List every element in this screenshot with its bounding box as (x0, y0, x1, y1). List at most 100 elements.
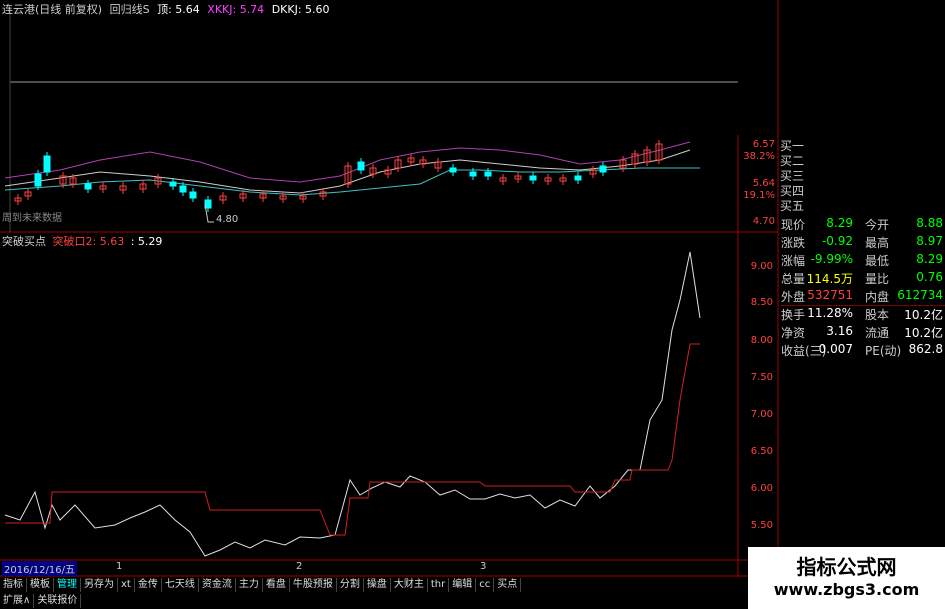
lower-tick-1: 8.50 (750, 297, 773, 308)
quote-value: 8.97 (916, 234, 943, 248)
bid-1: 买一 (780, 139, 805, 153)
toolbar-item-xt[interactable]: xt (118, 578, 135, 592)
toolbar-item-编辑[interactable]: 编辑 (449, 578, 477, 592)
candle-body (449, 167, 457, 173)
quote-label: 外盘 (781, 290, 806, 304)
quote-value: 862.8 (908, 342, 943, 356)
quote-value: 8.29 (826, 216, 853, 230)
chart-header: 连云港(日线 前复权) 回归线S 顶: 5.64 XKKJ: 5.74 DKKJ… (2, 1, 334, 17)
toolbar-item-模板[interactable]: 模板 (27, 578, 54, 592)
toolbar-item-金传[interactable]: 金传 (134, 578, 162, 592)
quote-row: 外盘 532751 内盘 612734 (781, 288, 945, 306)
bid-3: 买三 (780, 169, 805, 183)
indicator-title: 突破买点 (2, 235, 46, 248)
quote-value: 612734 (897, 288, 943, 302)
toolbar-item-管理[interactable]: 管理 (54, 578, 81, 592)
watermark: 指标公式网 www.zbgs3.com (748, 547, 945, 609)
lower-tick-2: 8.00 (750, 335, 773, 346)
quote-label: 流通 (865, 326, 890, 340)
toolbar-item-thr[interactable]: thr (427, 578, 450, 592)
quote-row: 换手 11.28% 股本 10.2亿 (781, 306, 945, 324)
future-data-note: 周到未来数据 (2, 213, 62, 224)
header-item-top: 顶: 5.64 (157, 3, 200, 16)
quote-label: 换手 (781, 308, 806, 322)
upper-tick-0: 6.57 (752, 139, 775, 150)
toolbar-item-牛股预报[interactable]: 牛股预报 (289, 578, 337, 592)
toolbar-item-指标[interactable]: 指标 (0, 578, 27, 592)
toolbar-item-分割[interactable]: 分割 (336, 578, 364, 592)
toolbar-item-资金流[interactable]: 资金流 (198, 578, 236, 592)
candle-body (189, 191, 197, 199)
indicator-line1-label: 突破口2: 5.63 (52, 235, 125, 248)
toolbar-item-操盘[interactable]: 操盘 (363, 578, 391, 592)
quote-label: 内盘 (865, 290, 890, 304)
quote-row: 现价 8.29 今开 8.88 (781, 216, 945, 234)
quote-value: 10.2亿 (904, 326, 943, 340)
quote-divider (781, 305, 945, 306)
marker-1: 1 (116, 561, 123, 572)
stock-name: 连云港(日线 前复权) (2, 3, 103, 16)
candle-body (574, 175, 582, 181)
candle-body (357, 161, 365, 171)
quote-value: 0.007 (818, 342, 853, 356)
candle-body (43, 155, 51, 173)
quote-value: 114.5万 (806, 272, 853, 286)
bid-4: 买四 (780, 184, 805, 198)
lower-tick-5: 6.50 (750, 446, 773, 457)
toolbar-item-买点[interactable]: 买点 (494, 578, 522, 592)
quote-row: 涨跌 -0.92 最高 8.97 (781, 234, 945, 252)
upper-tick-1: 38.2% (743, 151, 775, 162)
upper-tick-3: 19.1% (743, 190, 775, 201)
quote-value: 8.29 (916, 252, 943, 266)
quote-value: 11.28% (807, 306, 853, 320)
quote-value: -9.99% (810, 252, 853, 266)
indicator-white-line (4, 251, 701, 557)
quote-value: 3.16 (826, 324, 853, 338)
quote-label: 最低 (865, 254, 890, 268)
toolbar-item-主力[interactable]: 主力 (235, 578, 263, 592)
quote-label: 最高 (865, 236, 890, 250)
quote-value: 0.76 (916, 270, 943, 284)
quote-label: 量比 (865, 272, 890, 286)
marker-3: 3 (480, 561, 487, 572)
quote-label: 涨幅 (781, 254, 806, 268)
toolbar-item-另存为[interactable]: 另存为 (81, 578, 118, 592)
bottom-tabs: 扩展∧ 关联报价 (0, 594, 82, 608)
header-item-xkkj: XKKJ: 5.74 (207, 3, 265, 16)
indicator-red-line (5, 343, 700, 536)
quote-row: 净资 3.16 流通 10.2亿 (781, 324, 945, 342)
bid-5: 买五 (780, 199, 805, 213)
toolbar-item-cc[interactable]: cc (476, 578, 495, 592)
toolbar-item-大财主[interactable]: 大财主 (390, 578, 428, 592)
quote-label: 股本 (865, 308, 890, 322)
bottom-tab[interactable]: 扩展∧ (0, 594, 35, 608)
bid-labels: 买一 买二 买三 买四 买五 (780, 139, 804, 214)
bottom-tab[interactable]: 关联报价 (34, 594, 82, 608)
lower-tick-6: 6.00 (750, 483, 773, 494)
quote-value: 10.2亿 (904, 308, 943, 322)
quote-row: 总量 114.5万 量比 0.76 (781, 270, 945, 288)
lower-tick-7: 5.50 (750, 520, 773, 531)
quote-row: 涨幅 -9.99% 最低 8.29 (781, 252, 945, 270)
quote-label: PE(动) (865, 344, 902, 358)
quote-row: 收益(三) 0.007 PE(动) 862.8 (781, 342, 945, 360)
quote-label: 现价 (781, 218, 806, 232)
toolbar: 指标 模板 管理 另存为 xt 金传 七天线 资金流 主力 看盘 牛股预报 分割 操盘 大财主 thr 编辑 c… (0, 578, 522, 592)
indicator-header: 突破买点 突破口2: 5.63 : 5.29 (2, 233, 165, 249)
toolbar-item-七天线[interactable]: 七天线 (161, 578, 199, 592)
toolbar-item-看盘[interactable]: 看盘 (262, 578, 290, 592)
candle-body (469, 171, 477, 177)
candle-body (179, 185, 187, 193)
watermark-title: 指标公式网 (796, 555, 897, 579)
lower-tick-4: 7.00 (750, 409, 773, 420)
candle-body (34, 173, 42, 187)
upper-tick-2: 5.64 (752, 178, 775, 189)
lower-tick-3: 7.50 (750, 372, 773, 383)
quote-label: 今开 (865, 218, 890, 232)
indicator-name: 回归线S (109, 3, 150, 16)
quote-label: 净资 (781, 326, 806, 340)
upper-tick-4: 4.70 (752, 216, 775, 227)
marker-2: 2 (296, 561, 303, 572)
quote-value: -0.92 (821, 234, 853, 248)
watermark-url: www.zbgs3.com (773, 580, 920, 599)
